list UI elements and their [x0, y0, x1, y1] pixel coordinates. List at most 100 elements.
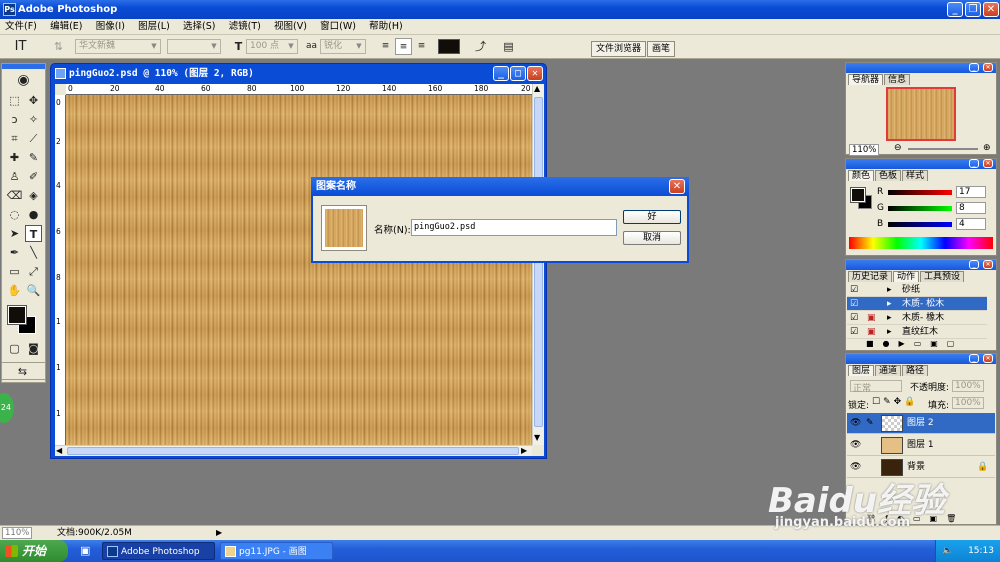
- eraser-tool-icon[interactable]: ⌫: [6, 187, 23, 204]
- type-tool-icon[interactable]: T: [25, 225, 42, 242]
- pen-tool-icon[interactable]: ✒: [6, 244, 23, 261]
- g-slider[interactable]: [888, 206, 952, 211]
- expand-arrow-icon[interactable]: ▸: [887, 325, 892, 339]
- vertical-ruler[interactable]: 0 2 4 6 8 1 1 1: [55, 95, 66, 445]
- line-tool-icon[interactable]: ╲: [25, 244, 42, 261]
- tab-info[interactable]: 信息: [884, 74, 911, 85]
- color-ramp[interactable]: [849, 237, 993, 249]
- path-select-icon[interactable]: ➤: [6, 225, 23, 242]
- expand-arrow-icon[interactable]: ▸: [887, 297, 892, 311]
- opacity-input[interactable]: 100%: [952, 380, 984, 392]
- panel-minimize-icon[interactable]: _: [969, 159, 979, 168]
- clone-stamp-icon[interactable]: ♙: [6, 168, 23, 185]
- task-photoshop[interactable]: Adobe Photoshop: [102, 542, 215, 560]
- zoom-slider[interactable]: [908, 148, 978, 150]
- menu-layer[interactable]: 图层(L): [133, 19, 175, 35]
- dialog-toggle-icon[interactable]: ▣: [867, 325, 876, 339]
- healing-brush-icon[interactable]: ✚: [6, 149, 23, 166]
- layer-row[interactable]: 👁 图层 1: [847, 435, 995, 456]
- status-zoom[interactable]: 110%: [2, 527, 32, 539]
- checkbox-icon[interactable]: ☑: [850, 283, 858, 297]
- layer-row-selected[interactable]: 👁 ✎ 图层 2: [847, 413, 995, 434]
- navigator-thumbnail[interactable]: [886, 87, 956, 141]
- horizontal-scroll-thumb[interactable]: [67, 447, 519, 455]
- scroll-up-icon[interactable]: ▲: [534, 84, 540, 93]
- dialog-toggle-icon[interactable]: ▣: [867, 311, 876, 325]
- lock-icons[interactable]: ☐✎✥🔒: [872, 397, 918, 407]
- brush-tool-icon[interactable]: ✎: [25, 149, 42, 166]
- jump-to-imageready[interactable]: ⇆: [1, 362, 46, 380]
- text-color-swatch[interactable]: [438, 39, 460, 54]
- panel-minimize-icon[interactable]: _: [969, 260, 979, 269]
- r-slider[interactable]: [888, 190, 952, 195]
- menu-select[interactable]: 选择(S): [178, 19, 220, 35]
- g-value[interactable]: 8: [956, 202, 986, 214]
- hand-tool-icon[interactable]: ✋: [6, 282, 23, 299]
- orientation-icon[interactable]: ⇅: [50, 38, 67, 55]
- vertical-scrollbar[interactable]: ▲ ▼: [532, 84, 544, 445]
- scroll-right-icon[interactable]: ▶: [521, 446, 527, 455]
- navigator-zoom[interactable]: 110%: [849, 144, 880, 156]
- tab-brushes[interactable]: 画笔: [647, 41, 676, 57]
- scroll-down-icon[interactable]: ▼: [534, 433, 540, 442]
- tab-layers[interactable]: 图层: [848, 365, 875, 376]
- tray-icons[interactable]: 🔈: [942, 540, 953, 562]
- panel-close-icon[interactable]: ✕: [983, 260, 993, 269]
- menu-file[interactable]: 文件(F): [0, 19, 42, 35]
- tab-paths[interactable]: 路径: [902, 365, 929, 376]
- panel-minimize-icon[interactable]: _: [969, 354, 979, 363]
- r-value[interactable]: 17: [956, 186, 986, 198]
- quicklaunch-icon[interactable]: ▣: [80, 544, 90, 557]
- menu-edit[interactable]: 编辑(E): [45, 19, 87, 35]
- expand-arrow-icon[interactable]: ▸: [887, 283, 892, 297]
- font-family-select[interactable]: 华文新魏 ▼: [75, 39, 161, 54]
- horizontal-ruler[interactable]: 0 20 40 60 80 100 120 140 160 180 20: [66, 84, 532, 95]
- horizontal-scrollbar[interactable]: ◀ ▶: [55, 445, 532, 456]
- brush-link-icon[interactable]: ✎: [866, 413, 874, 434]
- start-button[interactable]: 开始: [0, 540, 68, 562]
- slice-tool-icon[interactable]: ⟋: [25, 130, 42, 147]
- panel-grip[interactable]: _ ✕: [846, 63, 996, 73]
- menu-help[interactable]: 帮助(H): [364, 19, 408, 35]
- action-item-selected[interactable]: ☑ ▸ 木质- 松木: [847, 297, 987, 311]
- paint-bucket-icon[interactable]: ◈: [25, 187, 42, 204]
- zoom-in-icon[interactable]: ⊕: [983, 143, 991, 153]
- blur-tool-icon[interactable]: ◌: [6, 206, 23, 223]
- scroll-left-icon[interactable]: ◀: [56, 446, 62, 455]
- move-tool-icon[interactable]: ✥: [25, 92, 42, 109]
- notes-tool-icon[interactable]: ▭: [6, 263, 23, 280]
- expand-arrow-icon[interactable]: ▸: [887, 311, 892, 325]
- actions-toolbar[interactable]: ■●▶▭▣▢: [846, 339, 996, 350]
- b-slider[interactable]: [888, 222, 952, 227]
- tab-actions[interactable]: 动作: [893, 271, 920, 282]
- restore-button[interactable]: ❐: [965, 2, 981, 17]
- panel-foreground-swatch[interactable]: [850, 187, 866, 203]
- fill-input[interactable]: 100%: [952, 397, 984, 409]
- quick-mask-icon[interactable]: ◙: [25, 340, 42, 357]
- lasso-tool-icon[interactable]: ↄ: [6, 111, 23, 128]
- action-item[interactable]: ☑ ▣ ▸ 木质- 橡木: [847, 311, 987, 325]
- document-title-bar[interactable]: pingGuo2.psd @ 110% (图层 2, RGB) _ □ ✕: [51, 64, 546, 84]
- task-paint[interactable]: pg11.JPG - 画图: [220, 542, 333, 560]
- align-left-icon[interactable]: ≡: [377, 38, 394, 55]
- tab-file-browser[interactable]: 文件浏览器: [591, 41, 647, 57]
- align-right-icon[interactable]: ≡: [413, 38, 430, 55]
- eye-icon[interactable]: 👁: [850, 435, 861, 456]
- doc-close-button[interactable]: ✕: [527, 66, 543, 81]
- eye-icon[interactable]: 👁: [850, 413, 861, 434]
- panel-grip[interactable]: _ ✕: [846, 159, 996, 169]
- panel-grip[interactable]: _ ✕: [846, 354, 996, 364]
- close-button[interactable]: ✕: [983, 2, 999, 17]
- warp-text-icon[interactable]: ⤴: [472, 38, 489, 55]
- font-size-select[interactable]: 100 点 ▼: [246, 39, 298, 54]
- doc-maximize-button[interactable]: □: [510, 66, 526, 81]
- tab-tool-presets[interactable]: 工具预设: [920, 271, 965, 282]
- ok-button[interactable]: 好: [623, 210, 681, 224]
- menu-view[interactable]: 视图(V): [269, 19, 312, 35]
- dialog-title-bar[interactable]: 图案名称 ✕: [311, 177, 689, 196]
- panel-minimize-icon[interactable]: _: [969, 63, 979, 72]
- minimize-button[interactable]: _: [947, 2, 963, 17]
- history-brush-icon[interactable]: ✐: [25, 168, 42, 185]
- tab-styles[interactable]: 样式: [902, 170, 929, 181]
- doc-minimize-button[interactable]: _: [493, 66, 509, 81]
